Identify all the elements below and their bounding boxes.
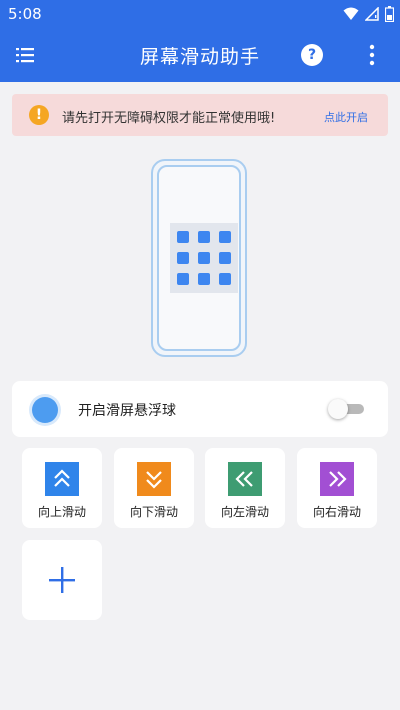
floating-ball-label: 开启滑屏悬浮球: [78, 403, 176, 419]
swipe-left-button[interactable]: 向左滑动: [205, 448, 285, 528]
status-bar: 5:08: [0, 0, 400, 28]
phone-illustration: [151, 159, 247, 357]
add-action-button[interactable]: [22, 540, 102, 620]
floating-ball-card: 开启滑屏悬浮球: [12, 381, 388, 437]
plus-icon: [49, 567, 75, 593]
swipe-down-label: 向下滑动: [129, 505, 178, 519]
swipe-up-label: 向上滑动: [37, 505, 86, 519]
swipe-down-button[interactable]: 向下滑动: [114, 448, 194, 528]
battery-icon: [385, 6, 394, 22]
swipe-right-label: 向右滑动: [312, 505, 361, 519]
chevron-double-left-icon: [228, 462, 262, 496]
signal-icon: [365, 7, 379, 21]
floating-ball-toggle[interactable]: [328, 399, 364, 419]
chevron-double-right-icon: [320, 462, 354, 496]
app-grid-icon: [170, 223, 238, 293]
more-vert-icon: [369, 44, 375, 66]
app-bar: 屏幕滑动助手 ?: [0, 28, 400, 82]
chevron-double-up-icon: [45, 462, 79, 496]
wifi-icon: [343, 7, 359, 20]
warning-message: 请先打开无障碍权限才能正常使用哦!: [62, 111, 276, 126]
swipe-up-button[interactable]: 向上滑动: [22, 448, 102, 528]
swipe-right-button[interactable]: 向右滑动: [297, 448, 377, 528]
warning-icon: !: [29, 105, 49, 125]
page-title: 屏幕滑动助手: [139, 46, 260, 68]
permission-warning-banner: ! 请先打开无障碍权限才能正常使用哦! 点此开启: [12, 94, 388, 136]
enable-permission-link[interactable]: 点此开启: [324, 109, 368, 125]
floating-ball-icon: [32, 397, 58, 423]
chevron-double-down-icon: [137, 462, 171, 496]
status-time: 5:08: [8, 5, 42, 23]
help-button[interactable]: ?: [301, 44, 323, 66]
help-icon: ?: [307, 47, 317, 63]
more-button[interactable]: [364, 42, 380, 68]
swipe-left-label: 向左滑动: [220, 505, 269, 519]
status-icons: [343, 5, 394, 23]
